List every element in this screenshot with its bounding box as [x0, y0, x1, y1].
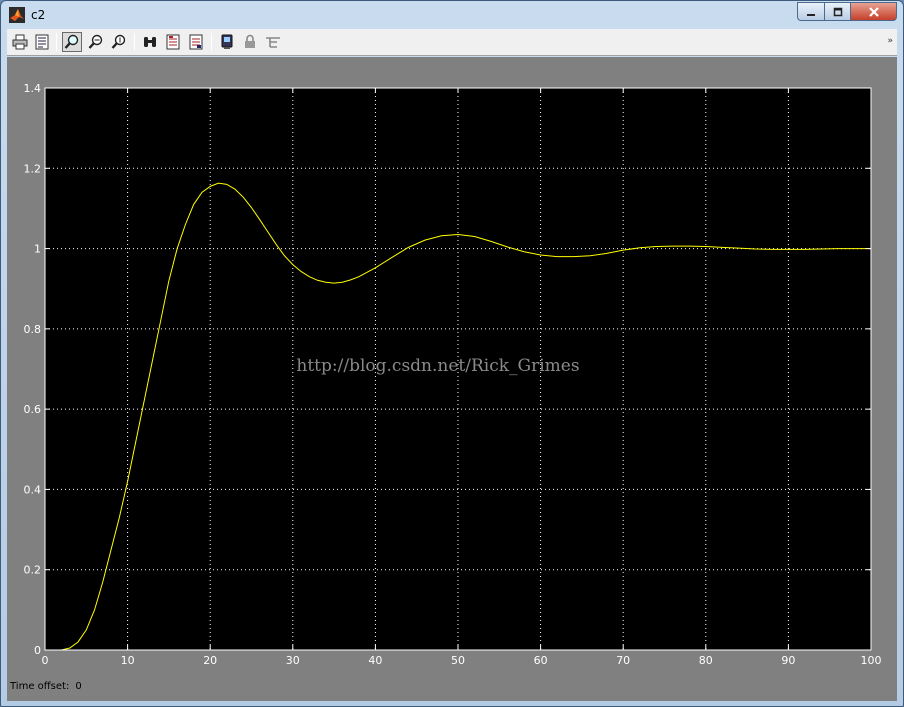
print-icon [12, 34, 28, 50]
print-button[interactable] [10, 32, 30, 52]
y-tick-label: 1 [34, 243, 41, 256]
scope-figure: http://blog.csdn.net/Rick_Grimes 0 10 20 30 4… [7, 57, 897, 701]
save-axes-settings-icon [166, 34, 180, 50]
close-button[interactable] [850, 2, 897, 21]
title-bar[interactable]: c2 [1, 1, 903, 29]
x-tick-label: 50 [451, 654, 465, 667]
y-tick-label: 0.8 [24, 323, 42, 336]
x-tick-label: 70 [616, 654, 630, 667]
x-tick-label: 0 [42, 654, 49, 667]
print-preview-button[interactable] [32, 32, 52, 52]
y-tick-label: 0 [34, 644, 41, 657]
zoom-x-icon [88, 34, 103, 49]
autoscale-binoculars-icon [144, 37, 156, 47]
signal-selection-icon [266, 37, 280, 48]
zoom-button[interactable] [62, 32, 82, 52]
x-tick-label: 30 [286, 654, 300, 667]
time-offset-value: 0 [75, 681, 82, 692]
x-tick-label: 20 [203, 654, 217, 667]
window-title: c2 [31, 8, 46, 22]
window-controls [797, 2, 897, 21]
scope-toolbar: » [7, 29, 897, 56]
save-axes-settings-button[interactable] [163, 32, 183, 52]
zoom-icon [64, 34, 79, 49]
watermark-text: http://blog.csdn.net/Rick_Grimes [296, 356, 579, 376]
close-icon [868, 6, 879, 17]
matlab-logo-icon [9, 7, 25, 23]
y-tick-label: 1.4 [24, 82, 42, 95]
toolbar-separator [56, 33, 57, 51]
toolbar-overflow-chevron-icon[interactable]: » [887, 36, 893, 46]
x-tick-label: 80 [699, 654, 713, 667]
restore-axes-settings-button[interactable] [186, 32, 206, 52]
toolbar-separator [211, 33, 212, 51]
lock-axes-icon [245, 34, 255, 48]
minimize-icon [807, 13, 815, 16]
y-tick-label: 0.2 [24, 564, 42, 577]
zoom-y-icon [111, 34, 126, 49]
restore-axes-settings-icon [189, 34, 203, 50]
x-tick-label: 40 [368, 654, 382, 667]
x-tick-label: 60 [534, 654, 548, 667]
y-tick-label: 0.4 [24, 483, 42, 496]
minimize-button[interactable] [797, 2, 824, 21]
y-tick-label: 1.2 [24, 162, 42, 175]
zoom-y-button[interactable] [109, 32, 129, 52]
toolbar-separator [134, 33, 135, 51]
x-tick-label: 90 [781, 654, 795, 667]
x-tick-label: 100 [861, 654, 882, 667]
time-offset-label: Time offset: [10, 681, 70, 692]
y-tick-label: 0.6 [24, 403, 42, 416]
maximize-icon [833, 7, 842, 16]
maximize-button[interactable] [824, 2, 850, 21]
scope-plot[interactable]: http://blog.csdn.net/Rick_Grimes0 10 20 30 4… [7, 57, 897, 677]
signal-selection-button[interactable] [263, 32, 283, 52]
x-tick-label: 10 [121, 654, 135, 667]
lock-axes-button[interactable] [240, 32, 260, 52]
print-preview-icon [35, 34, 49, 50]
floating-scope-icon [221, 34, 233, 49]
zoom-x-button[interactable] [86, 32, 106, 52]
floating-scope-button[interactable] [217, 32, 237, 52]
scope-window: c2 » http://blog.csdn.net/Rick_Grimes 0 … [0, 0, 904, 707]
time-offset-readout: Time offset: 0 [10, 681, 82, 692]
autoscale-button[interactable] [140, 32, 160, 52]
